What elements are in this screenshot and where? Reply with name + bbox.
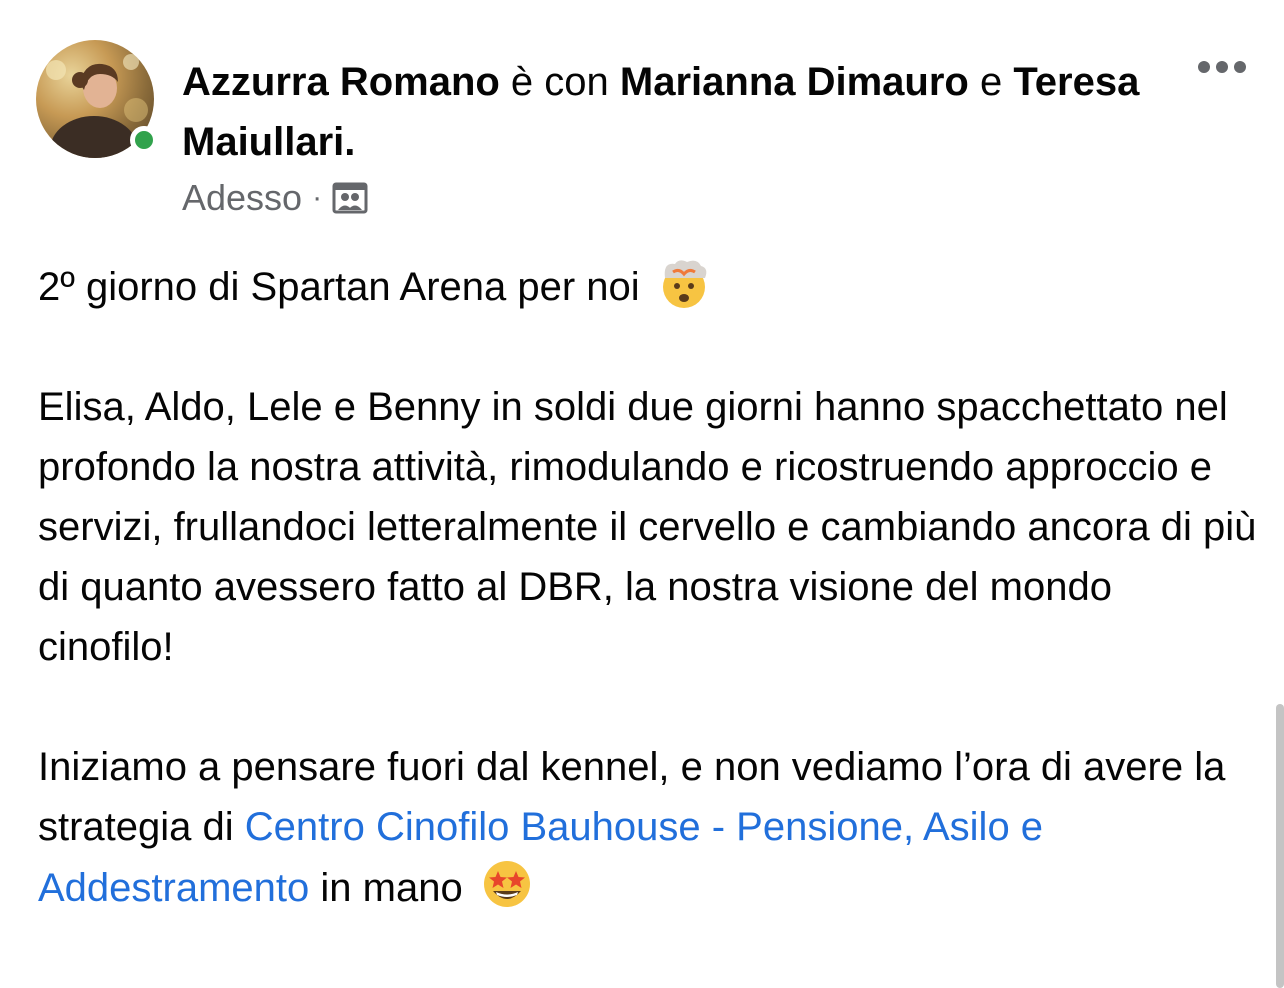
paragraph-3-end: in mano bbox=[309, 866, 463, 910]
post-timestamp-link[interactable]: Adesso bbox=[182, 177, 302, 219]
with-text: è con bbox=[499, 60, 620, 104]
author-name-link[interactable]: Azzurra Romano bbox=[182, 60, 500, 104]
post-line-1: 2º giorno di Spartan Arena per noi bbox=[38, 256, 1258, 317]
post-line-1-text: 2º giorno di Spartan Arena per noi bbox=[38, 265, 640, 309]
star-struck-emoji bbox=[483, 861, 530, 907]
author-avatar-wrapper[interactable] bbox=[36, 40, 158, 160]
meta-separator: · bbox=[312, 181, 323, 214]
post-paragraph-2: Elisa, Aldo, Lele e Benny in soldi due g… bbox=[38, 385, 1257, 669]
online-status-dot bbox=[130, 126, 158, 154]
post-body: 2º giorno di Spartan Arena per noi Elisa… bbox=[38, 256, 1258, 918]
and-text: e bbox=[968, 60, 1014, 104]
friends-icon[interactable] bbox=[332, 180, 368, 216]
more-dot-icon bbox=[1216, 61, 1228, 73]
more-dot-icon bbox=[1234, 61, 1246, 73]
more-dot-icon bbox=[1198, 61, 1210, 73]
post-header: Azzurra Romano è con Marianna Dimauro e … bbox=[182, 52, 1142, 172]
exploding-head-emoji bbox=[662, 260, 707, 308]
post-meta: Adesso · bbox=[182, 172, 368, 224]
tagged-user-link-1[interactable]: Marianna Dimauro bbox=[620, 60, 969, 104]
header-period: . bbox=[344, 120, 356, 164]
post-paragraph-3: Iniziamo a pensare fuori dal kennel, e n… bbox=[38, 737, 1258, 918]
scrollbar[interactable] bbox=[1276, 704, 1284, 988]
more-options-button[interactable] bbox=[1198, 56, 1252, 78]
